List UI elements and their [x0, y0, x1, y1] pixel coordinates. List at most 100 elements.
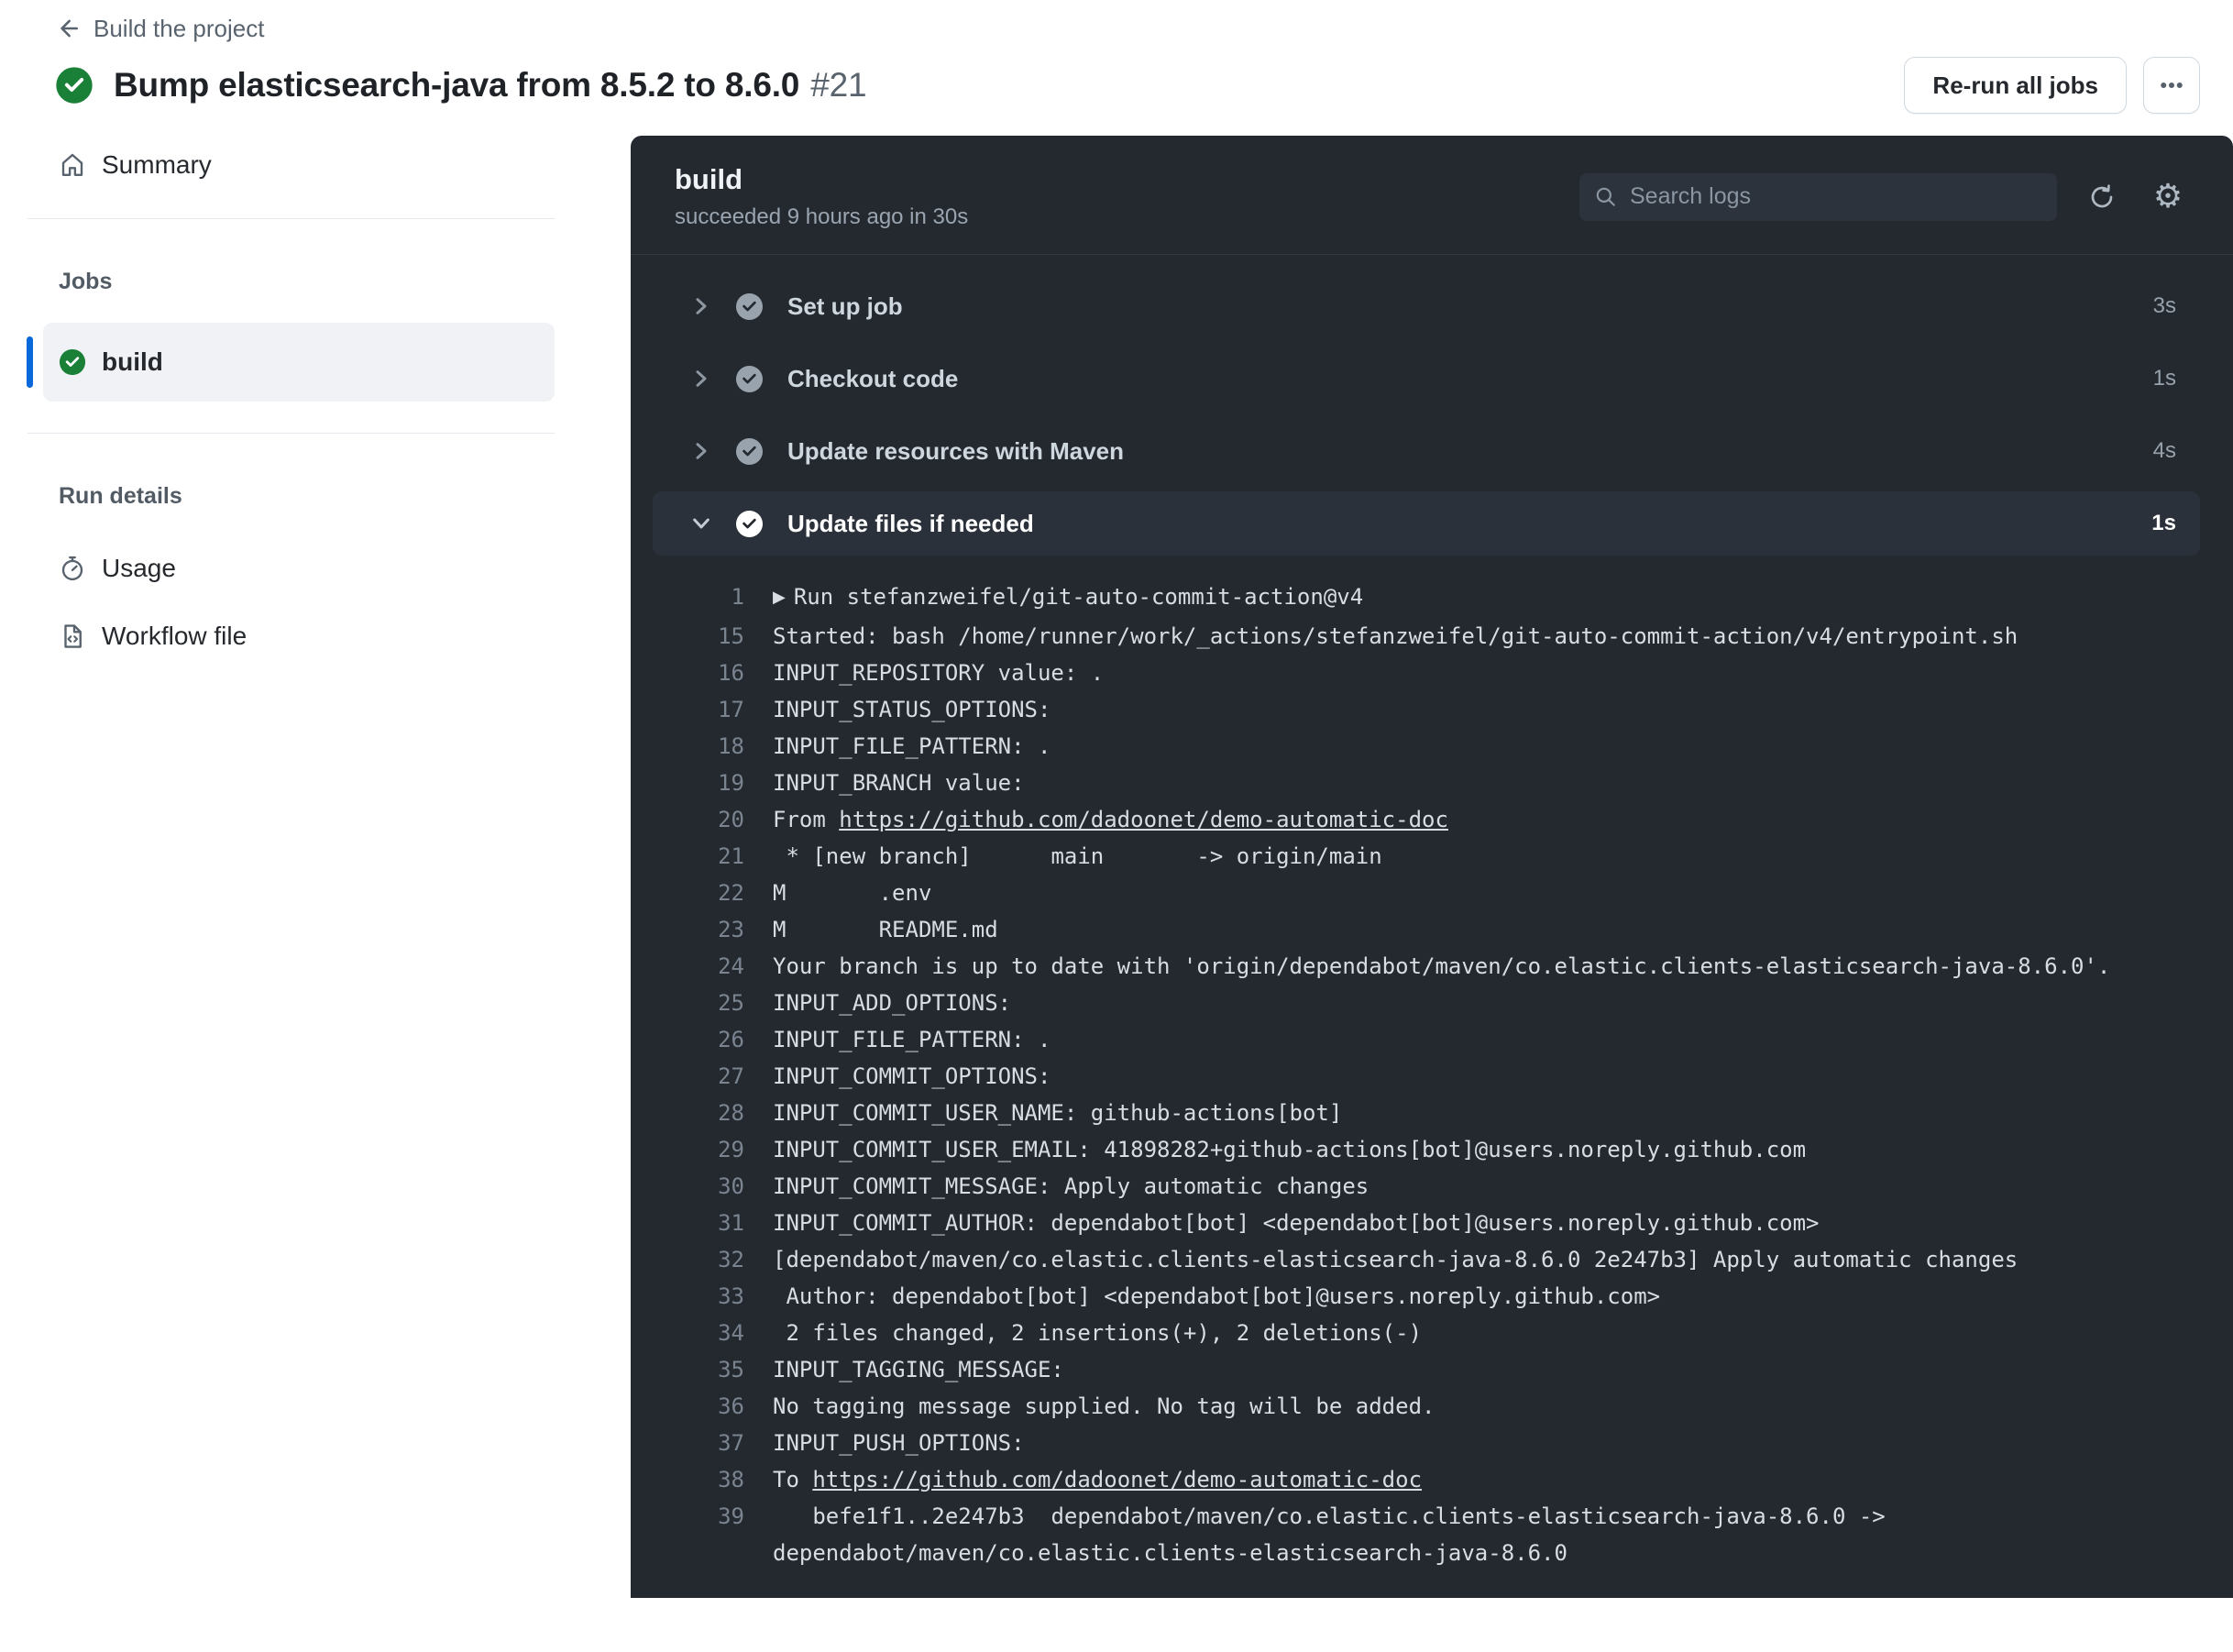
selected-job-accent-bar — [27, 336, 33, 388]
line-number[interactable]: 20 — [653, 801, 744, 838]
log-line: 31 INPUT_COMMIT_AUTHOR: dependabot[bot] <… — [653, 1205, 2200, 1241]
sidebar-divider-2 — [28, 433, 555, 434]
step-update-files-if-needed[interactable]: Update files if needed 1s — [653, 491, 2200, 556]
step-label: Update resources with Maven — [787, 436, 1124, 465]
gear-icon: ⚙ — [2152, 177, 2184, 215]
line-text: INPUT_ADD_OPTIONS: — [773, 990, 1012, 1016]
log-line: 26 INPUT_FILE_PATTERN: . — [653, 1021, 2200, 1058]
line-number[interactable]: 23 — [653, 911, 744, 948]
search-icon — [1596, 187, 1615, 206]
log-line: 33 Author: dependabot[bot] <dependabot[b… — [653, 1278, 2200, 1315]
job-status-line: succeeded 9 hours ago in 30s — [675, 204, 969, 229]
line-number[interactable]: 1 — [653, 578, 744, 618]
log-line: dependabot/maven/co.elastic.clients-elas… — [653, 1535, 2200, 1571]
search-logs-input[interactable] — [1630, 183, 2042, 210]
line-text: Started: bash /home/runner/work/_actions… — [773, 623, 2018, 649]
log-line: 27 INPUT_COMMIT_OPTIONS: — [653, 1058, 2200, 1095]
log-line: 35 INPUT_TAGGING_MESSAGE: — [653, 1351, 2200, 1388]
step-label: Checkout code — [787, 364, 959, 392]
job-name-heading: build — [675, 163, 743, 195]
line-number[interactable]: 39 — [653, 1498, 744, 1535]
content: Summary Jobs build Run details Usage Wor… — [0, 136, 2233, 1598]
breadcrumb[interactable]: Build the project — [55, 13, 2200, 44]
refresh-logs-button[interactable] — [2081, 176, 2123, 218]
line-number[interactable]: 34 — [653, 1315, 744, 1351]
step-success-icon — [735, 437, 764, 465]
line-text: INPUT_FILE_PATTERN: . — [773, 1027, 1051, 1052]
sidebar-item-summary[interactable]: Summary — [28, 143, 555, 187]
line-number[interactable]: 36 — [653, 1388, 744, 1425]
rerun-all-jobs-button[interactable]: Re-run all jobs — [1904, 57, 2127, 114]
line-number[interactable]: 25 — [653, 985, 744, 1021]
line-number[interactable]: 35 — [653, 1351, 744, 1388]
line-number — [653, 1535, 744, 1571]
step-set-up-job[interactable]: Set up job 3s — [653, 274, 2200, 338]
line-text: INPUT_COMMIT_MESSAGE: Apply automatic ch… — [773, 1173, 1370, 1199]
line-text: INPUT_STATUS_OPTIONS: — [773, 697, 1051, 722]
line-number[interactable]: 38 — [653, 1461, 744, 1498]
line-number[interactable]: 31 — [653, 1205, 744, 1241]
sidebar-item-usage[interactable]: Usage — [28, 546, 555, 590]
chevron-down-icon — [693, 518, 710, 529]
line-number[interactable]: 27 — [653, 1058, 744, 1095]
chevron-right-icon — [696, 370, 707, 387]
line-number[interactable]: 17 — [653, 691, 744, 728]
workflow-file-icon — [64, 624, 82, 648]
log-line: 16 INPUT_REPOSITORY value: . — [653, 655, 2200, 691]
log-line: 30 INPUT_COMMIT_MESSAGE: Apply automatic … — [653, 1168, 2200, 1205]
step-label: Update files if needed — [787, 509, 1034, 537]
jobs-section-heading: Jobs — [59, 269, 113, 294]
back-arrow-icon — [60, 19, 78, 38]
run-number: #21 — [810, 66, 867, 104]
line-text: [dependabot/maven/co.elastic.clients-ela… — [773, 1247, 2018, 1272]
line-number[interactable]: 33 — [653, 1278, 744, 1315]
line-number[interactable]: 21 — [653, 838, 744, 875]
line-number[interactable]: 32 — [653, 1241, 744, 1278]
line-number[interactable]: 30 — [653, 1168, 744, 1205]
sidebar-divider — [28, 218, 555, 219]
chevron-right-icon — [696, 443, 707, 459]
expand-group-triangle-icon[interactable]: ▶ — [773, 579, 786, 616]
line-number[interactable]: 16 — [653, 655, 744, 691]
line-number[interactable]: 37 — [653, 1425, 744, 1461]
line-text: From https://github.com/dadoonet/demo-au… — [773, 807, 1448, 832]
step-duration: 1s — [2152, 366, 2176, 391]
line-number[interactable]: 29 — [653, 1131, 744, 1168]
step-update-resources-with-maven[interactable]: Update resources with Maven 4s — [653, 419, 2200, 483]
sync-icon — [2091, 183, 2113, 207]
line-text: Author: dependabot[bot] <dependabot[bot]… — [773, 1283, 1661, 1309]
line-text: INPUT_PUSH_OPTIONS: — [773, 1430, 1025, 1456]
title-row: Bump elasticsearch-java from 8.5.2 to 8.… — [55, 57, 2200, 114]
line-number[interactable]: 26 — [653, 1021, 744, 1058]
step-checkout-code[interactable]: Checkout code 1s — [653, 347, 2200, 411]
line-text: befe1f1..2e247b3 dependabot/maven/co.ela… — [773, 1503, 1886, 1529]
line-number[interactable]: 22 — [653, 875, 744, 911]
log-url-link[interactable]: https://github.com/dadoonet/demo-automat… — [839, 807, 1448, 832]
kebab-menu-button[interactable] — [2143, 57, 2200, 114]
line-text: * [new branch] main -> origin/main — [773, 843, 1382, 869]
line-text: INPUT_COMMIT_AUTHOR: dependabot[bot] <de… — [773, 1210, 1820, 1236]
run-title-text: Bump elasticsearch-java from 8.5.2 to 8.… — [114, 66, 800, 104]
steps-list: Set up job 3s Checkout code 1s Update re… — [631, 255, 2233, 1598]
step-duration: 3s — [2152, 293, 2176, 318]
line-number[interactable]: 15 — [653, 618, 744, 655]
line-text: INPUT_BRANCH value: — [773, 770, 1025, 796]
line-number[interactable]: 18 — [653, 728, 744, 765]
log-line: 29 INPUT_COMMIT_USER_EMAIL: 41898282+gith… — [653, 1131, 2200, 1168]
sidebar-job-build[interactable]: build — [27, 323, 555, 402]
step-label: Set up job — [787, 292, 903, 320]
log-line: 22 M .env — [653, 875, 2200, 911]
sidebar: Summary Jobs build Run details Usage Wor… — [27, 136, 555, 658]
log-settings-button[interactable]: ⚙ — [2147, 176, 2189, 218]
header-actions: Re-run all jobs — [1904, 57, 2200, 114]
line-number[interactable]: 19 — [653, 765, 744, 801]
sidebar-item-workflow-file[interactable]: Workflow file — [28, 614, 555, 658]
line-text: M README.md — [773, 917, 998, 942]
line-text: ▶ Run stefanzweifel/git-auto-commit-actio… — [773, 578, 1363, 618]
step-success-icon — [735, 365, 764, 392]
line-number[interactable]: 28 — [653, 1095, 744, 1131]
step-success-icon — [735, 292, 764, 320]
log-line: 15 Started: bash /home/runner/work/_actio… — [653, 618, 2200, 655]
log-url-link[interactable]: https://github.com/dadoonet/demo-automat… — [812, 1467, 1422, 1492]
line-number[interactable]: 24 — [653, 948, 744, 985]
